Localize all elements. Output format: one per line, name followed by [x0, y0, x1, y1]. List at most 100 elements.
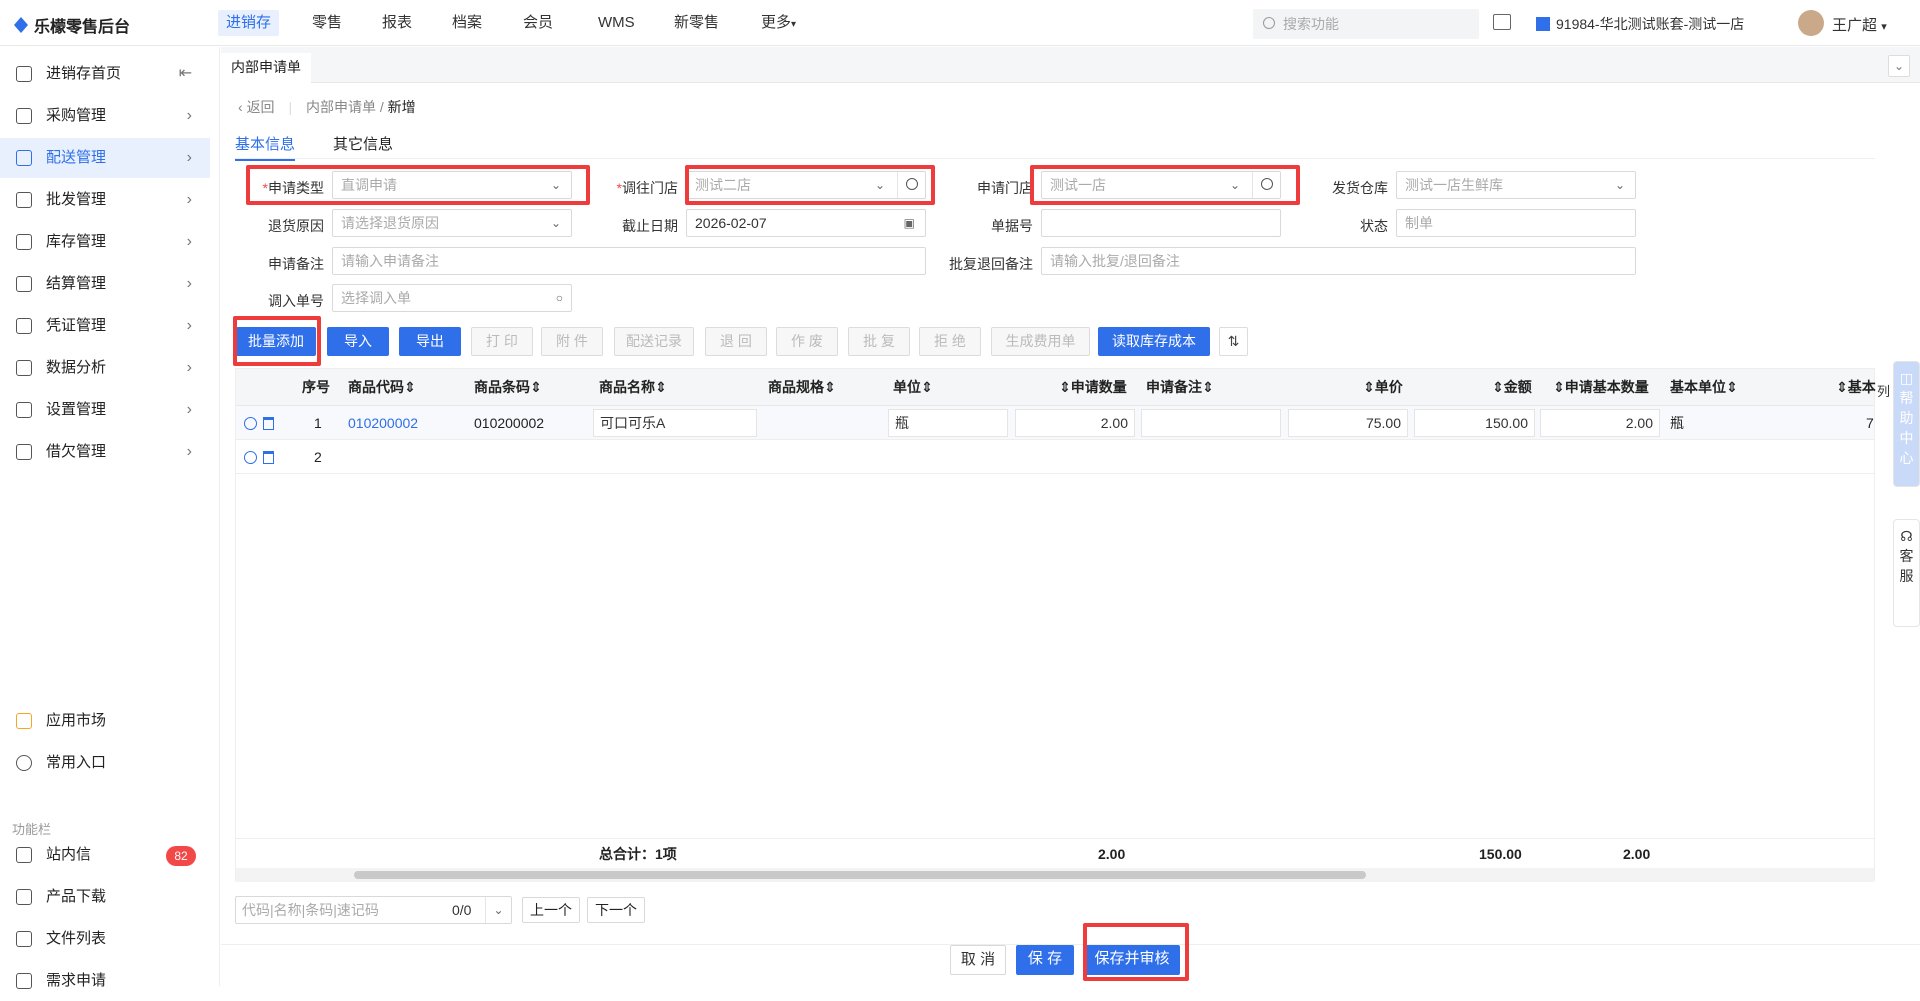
app-logo[interactable]: 乐檬零售后台 [14, 13, 130, 37]
nav-item-wms[interactable]: WMS [590, 10, 643, 36]
sidebar-item-settlement[interactable]: 结算管理 › [0, 264, 210, 304]
sidebar-item-download[interactable]: 产品下载 [0, 877, 210, 917]
nav-item-retail[interactable]: 零售 [304, 10, 350, 36]
col-header-base-extra[interactable]: ⇕基本 [1836, 369, 1876, 406]
reject-button[interactable]: 拒 绝 [919, 327, 981, 356]
cell-name-input[interactable]: 可口可乐A [593, 409, 757, 437]
sidebar-item-app-market[interactable]: 应用市场 [0, 701, 210, 741]
reply-remark-input[interactable]: 请输入批复/退回备注 [1041, 247, 1636, 275]
col-header-remark[interactable]: 申请备注⇕ [1146, 369, 1214, 406]
add-row-icon[interactable] [244, 451, 257, 464]
export-button[interactable]: 导出 [399, 327, 461, 356]
headset-icon: ☊ [1900, 528, 1913, 544]
col-header-name[interactable]: 商品名称⇕ [599, 369, 667, 406]
horizontal-scrollbar[interactable] [236, 868, 1874, 882]
cell-qty-input[interactable]: 2.00 [1015, 409, 1135, 437]
cell-base-qty-input[interactable]: 2.00 [1540, 409, 1660, 437]
sidebar-item-settings[interactable]: 设置管理 › [0, 390, 210, 430]
sidebar-item-favorites[interactable]: 常用入口 [0, 743, 210, 783]
next-button[interactable]: 下一个 [587, 897, 645, 923]
sidebar-item-voucher[interactable]: 凭证管理 › [0, 306, 210, 346]
generate-fee-button[interactable]: 生成费用单 [991, 327, 1090, 356]
col-header-price[interactable]: ⇕单价 [1363, 369, 1403, 406]
chevron-down-icon[interactable]: ⌄ [485, 897, 511, 923]
user-menu[interactable]: 王广超 ▾ [1832, 14, 1887, 35]
find-input[interactable]: 代码|名称|条码|速记码 0/0 ⌄ [235, 896, 512, 924]
sidebar-item-purchase[interactable]: 采购管理 › [0, 96, 210, 136]
sidebar-item-analysis[interactable]: 数据分析 › [0, 348, 210, 388]
nav-item-report[interactable]: 报表 [374, 10, 420, 36]
col-header-code[interactable]: 商品代码⇕ [348, 369, 416, 406]
in-doc-select[interactable]: 选择调入单 ○ [332, 284, 572, 312]
return-button[interactable]: 退 回 [705, 327, 767, 356]
search-input[interactable]: 搜索功能 [1253, 9, 1479, 39]
chevron-down-icon[interactable]: ⌄ [1888, 55, 1910, 77]
table-row[interactable]: 1 010200002 010200002 可口可乐A 瓶 2.00 75.00… [236, 406, 1874, 440]
back-link[interactable]: ‹ 返回 [238, 99, 275, 115]
nav-item-archive[interactable]: 档案 [444, 10, 490, 36]
approve-button[interactable]: 批 复 [848, 327, 910, 356]
summary-amount: 150.00 [1479, 846, 1522, 862]
sidebar-item-wholesale[interactable]: 批发管理 › [0, 180, 210, 220]
highlight-box [1083, 923, 1189, 981]
collapse-icon[interactable]: ⇤ [179, 54, 192, 94]
breadcrumb-parent[interactable]: 内部申请单 [306, 99, 376, 115]
sidebar-item-home[interactable]: 进销存首页 ⇤ [0, 54, 210, 94]
nav-item-member[interactable]: 会员 [515, 10, 561, 36]
cell-amount-input[interactable]: 150.00 [1414, 409, 1535, 437]
prev-button[interactable]: 上一个 [522, 897, 580, 923]
avatar[interactable] [1798, 10, 1824, 36]
cell-unit-input[interactable]: 瓶 [888, 409, 1008, 437]
printer-icon[interactable] [1493, 14, 1511, 30]
void-button[interactable]: 作 废 [776, 327, 838, 356]
print-button[interactable]: 打 印 [471, 327, 533, 356]
heart-icon [16, 755, 32, 771]
account-selector[interactable]: 91984-华北测试账套-测试一店 [1536, 14, 1744, 34]
col-header-base-unit[interactable]: 基本单位⇕ [1670, 369, 1738, 406]
column-settings-icon[interactable]: ⇅ [1219, 327, 1248, 356]
tab-other-info[interactable]: 其它信息 [333, 136, 393, 159]
remark-input[interactable]: 请输入申请备注 [332, 247, 926, 275]
sidebar-item-messages[interactable]: 站内信 82 [0, 835, 210, 875]
col-header-unit[interactable]: 单位⇕ [893, 369, 933, 406]
scrollbar-thumb[interactable] [354, 871, 1366, 879]
chevron-right-icon: › [186, 275, 192, 292]
read-stock-cost-button[interactable]: 读取库存成本 [1098, 327, 1210, 356]
sidebar-item-files[interactable]: 文件列表 [0, 919, 210, 959]
nav-item-more[interactable]: 更多▾ [753, 10, 804, 36]
save-button[interactable]: 保 存 [1016, 945, 1074, 975]
cell-remark-input[interactable] [1141, 409, 1281, 437]
column-toggle[interactable]: 列 [1877, 384, 1893, 400]
sidebar-item-distribution[interactable]: 配送管理 › [0, 138, 210, 178]
cell-price-input[interactable]: 75.00 [1288, 409, 1408, 437]
customer-service-button[interactable]: ☊ 客服 [1893, 519, 1920, 627]
import-button[interactable]: 导入 [327, 327, 389, 356]
help-center-button[interactable]: ◫ 帮助中心 [1893, 361, 1920, 487]
col-header-spec[interactable]: 商品规格⇕ [768, 369, 836, 406]
delete-icon[interactable] [263, 417, 274, 430]
col-header-base-qty[interactable]: ⇕申请基本数量 [1553, 369, 1649, 406]
cell-code-link[interactable]: 010200002 [348, 406, 418, 440]
col-header-amount[interactable]: ⇕金额 [1492, 369, 1532, 406]
wholesale-icon [16, 192, 32, 208]
delivery-record-button[interactable]: 配送记录 [614, 327, 694, 356]
attachment-button[interactable]: 附 件 [541, 327, 603, 356]
deadline-date-input[interactable]: 2026-02-07 ▣ [686, 209, 926, 237]
doc-no-input [1041, 209, 1281, 237]
return-reason-select[interactable]: 请选择退货原因 ⌄ [332, 209, 572, 237]
tab-internal-request[interactable]: 内部申请单 [221, 53, 311, 83]
delete-icon[interactable] [263, 451, 274, 464]
table-row[interactable]: 2 [236, 440, 1874, 474]
cancel-button[interactable]: 取 消 [950, 945, 1006, 975]
ship-warehouse-select[interactable]: 测试一店生鲜库 ⌄ [1396, 171, 1636, 199]
col-header-qty[interactable]: ⇕申请数量 [1059, 369, 1127, 406]
highlight-box [685, 165, 935, 205]
in-doc-label: 调入单号 [268, 293, 324, 309]
nav-item-jxc[interactable]: 进销存 [218, 10, 280, 36]
col-header-barcode[interactable]: 商品条码⇕ [474, 369, 542, 406]
add-row-icon[interactable] [244, 417, 257, 430]
sidebar-item-inventory[interactable]: 库存管理 › [0, 222, 210, 262]
nav-item-new-retail[interactable]: 新零售 [666, 10, 727, 36]
sidebar-item-requests[interactable]: 需求申请 [0, 961, 210, 1001]
sidebar-item-debt[interactable]: 借欠管理 › [0, 432, 210, 472]
